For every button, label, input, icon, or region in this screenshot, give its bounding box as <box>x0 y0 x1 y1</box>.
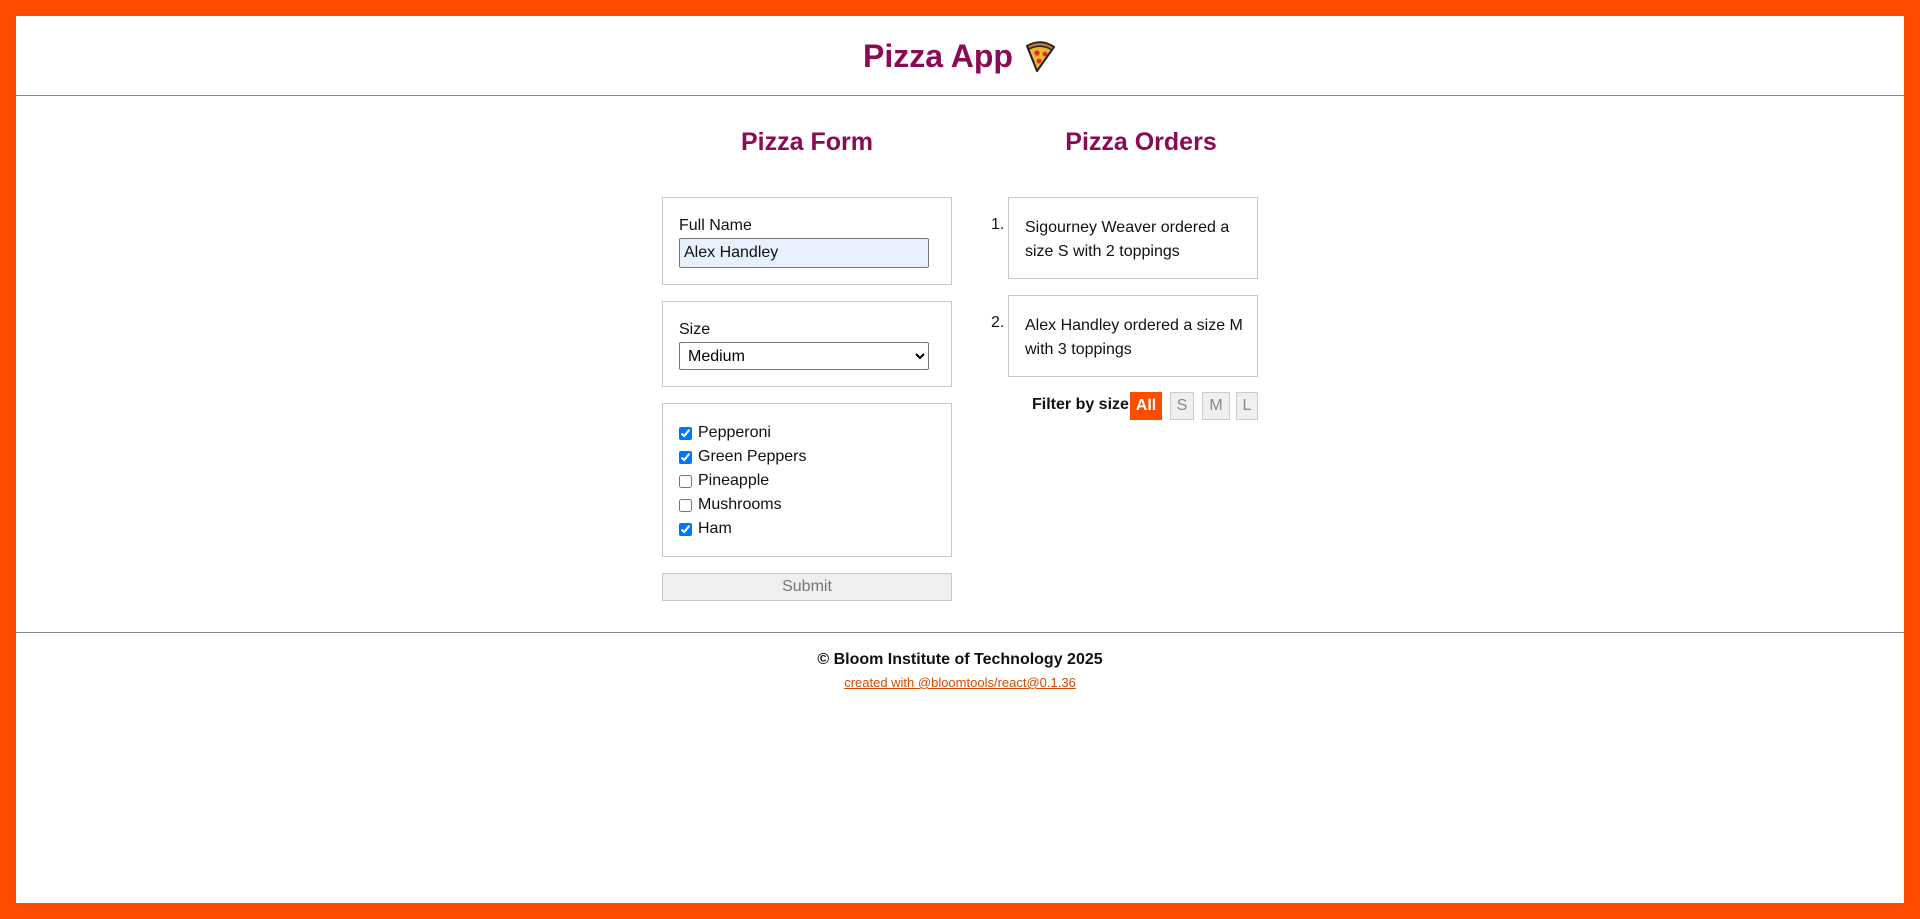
app-title-text: Pizza App <box>863 38 1013 74</box>
credit-link[interactable]: created with @bloomtools/react@0.1.36 <box>844 675 1076 690</box>
topping-green-peppers[interactable]: Green Peppers <box>679 448 807 466</box>
size-label: Size <box>679 321 711 338</box>
topping-label: Green Peppers <box>698 448 807 465</box>
filter-m-button[interactable]: M <box>1202 392 1230 420</box>
order-text: Sigourney Weaver ordered a size S with 2… <box>1025 219 1230 260</box>
topping-label: Pepperoni <box>698 424 771 441</box>
filter-l-button[interactable]: L <box>1236 392 1258 420</box>
footer: © Bloom Institute of Technology 2025 cre… <box>16 633 1904 692</box>
size-select[interactable]: Medium <box>679 342 929 370</box>
topping-label: Mushrooms <box>698 496 782 513</box>
order-item: Alex Handley ordered a size M with 3 top… <box>1008 295 1258 377</box>
topping-label: Pineapple <box>698 472 770 489</box>
topping-label: Ham <box>698 520 732 537</box>
toppings-group: Pepperoni Green Peppers Pineapple Mushro… <box>662 403 952 557</box>
pizza-form-title: Pizza Form <box>741 128 873 156</box>
topping-ham[interactable]: Ham <box>679 520 732 538</box>
checkbox-mushrooms[interactable] <box>679 498 692 512</box>
checkbox-pineapple[interactable] <box>679 474 692 488</box>
topping-pineapple[interactable]: Pineapple <box>679 472 769 490</box>
main-content: Pizza Form Pizza Orders Full Name Size M… <box>16 96 1904 633</box>
order-item: Sigourney Weaver ordered a size S with 2… <box>1008 197 1258 279</box>
topping-pepperoni[interactable]: Pepperoni <box>679 424 771 442</box>
filter-all-button[interactable]: All <box>1130 392 1162 420</box>
submit-button[interactable]: Submit <box>662 573 952 601</box>
full-name-label: Full Name <box>679 217 752 234</box>
checkbox-green-peppers[interactable] <box>679 450 692 464</box>
header: Pizza App <box>16 16 1904 96</box>
size-group: Size Medium <box>662 301 952 387</box>
copyright-text: © Bloom Institute of Technology 2025 <box>817 651 1103 668</box>
filter-label: Filter by size: <box>1032 396 1135 413</box>
pizza-orders-title: Pizza Orders <box>1065 128 1217 156</box>
order-number: 2. <box>991 314 1005 331</box>
app-frame: Pizza App Pizza Form Pizza Orders Full N… <box>16 16 1904 903</box>
order-number: 1. <box>991 216 1005 233</box>
full-name-group: Full Name <box>662 197 952 285</box>
checkbox-pepperoni[interactable] <box>679 426 692 440</box>
order-text: Alex Handley ordered a size M with 3 top… <box>1025 317 1243 358</box>
full-name-input[interactable] <box>679 238 929 268</box>
pizza-icon <box>1023 40 1057 74</box>
app-title: Pizza App <box>863 38 1057 75</box>
filter-s-button[interactable]: S <box>1170 392 1194 420</box>
topping-mushrooms[interactable]: Mushrooms <box>679 496 782 514</box>
checkbox-ham[interactable] <box>679 522 692 536</box>
